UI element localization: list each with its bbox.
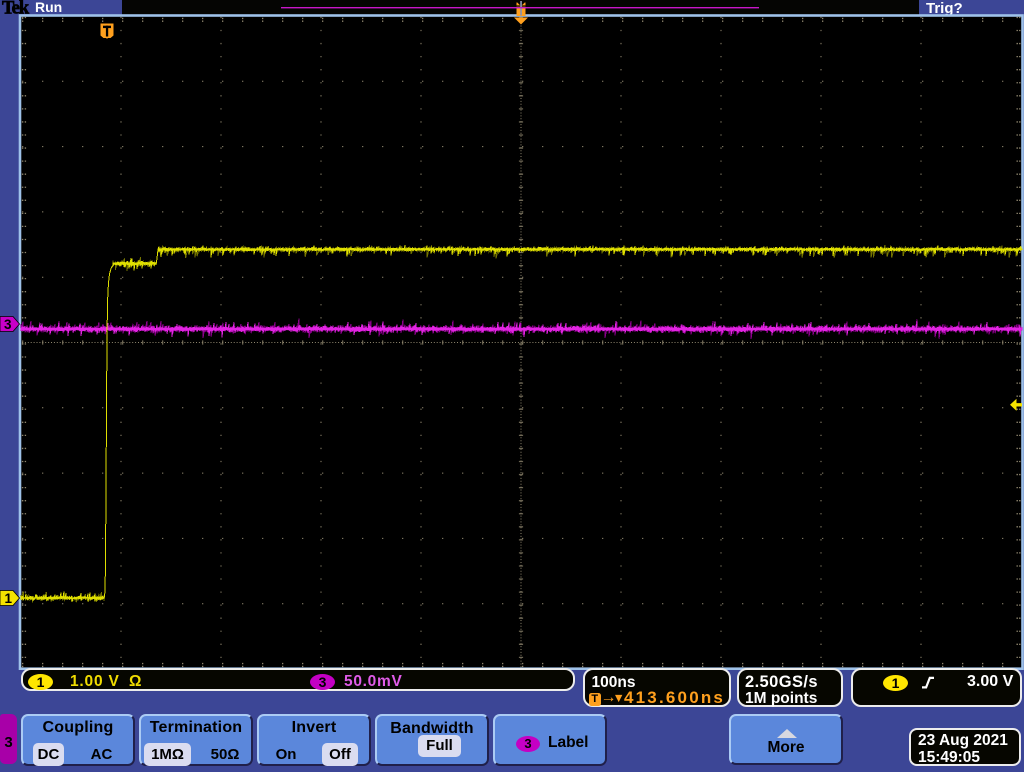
- svg-text:3: 3: [4, 317, 12, 332]
- svg-text:1: 1: [5, 591, 13, 606]
- svg-text:Run: Run: [35, 0, 62, 15]
